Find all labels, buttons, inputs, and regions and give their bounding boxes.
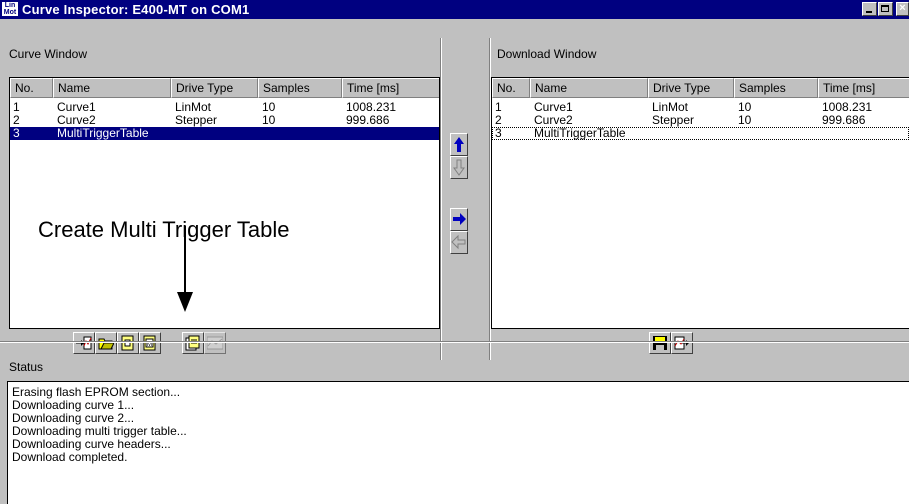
row-name: MultiTriggerTable (534, 126, 626, 140)
row-samples: 10 (262, 113, 276, 127)
import-curve-button[interactable] (73, 332, 95, 354)
status-separator-highlight (0, 342, 909, 343)
curve-properties-icon (185, 335, 200, 351)
row-no: 3 (13, 126, 20, 140)
row-drive-type: Stepper (652, 113, 695, 127)
column-header-time[interactable]: Time [ms] (818, 78, 909, 98)
column-header-samples[interactable]: Samples (258, 78, 342, 98)
curve-list-header: No. Name Drive Type Samples Time [ms] (10, 78, 439, 98)
download-list[interactable]: No. Name Drive Type Samples Time [ms] 1 … (491, 77, 909, 329)
move-down-icon (453, 159, 465, 176)
app-logo-icon: Lin Mot (2, 2, 18, 16)
curve-graph-button[interactable] (204, 332, 226, 354)
create-multi-trigger-table-button[interactable]: M (139, 332, 161, 354)
curve-properties-button[interactable] (182, 332, 204, 354)
download-list-header: No. Name Drive Type Samples Time [ms] (492, 78, 909, 98)
new-curve-icon (121, 335, 134, 351)
status-log[interactable]: Erasing flash EPROM section... Downloadi… (7, 381, 909, 504)
column-header-drive-type[interactable]: Drive Type (648, 78, 734, 98)
curve-list-row-selected[interactable]: 3 MultiTriggerTable (10, 127, 439, 140)
column-header-no[interactable]: No. (492, 78, 530, 98)
status-line: Download completed. (12, 450, 128, 464)
download-window-label: Download Window (497, 47, 597, 61)
transfer-left-icon (451, 234, 466, 250)
row-drive-type: Stepper (175, 113, 218, 127)
import-curve-icon (76, 336, 92, 350)
save-icon (653, 336, 667, 350)
maximize-button[interactable] (878, 2, 893, 16)
transfer-right-icon (453, 213, 466, 225)
column-header-name[interactable]: Name (530, 78, 648, 98)
transfer-right-button[interactable] (450, 208, 468, 231)
status-label: Status (9, 360, 44, 374)
close-button[interactable]: × (896, 2, 909, 16)
annotation-arrow (177, 226, 193, 312)
move-up-icon (454, 137, 464, 152)
save-button[interactable] (649, 332, 671, 354)
row-no: 3 (495, 126, 502, 140)
new-curve-button[interactable] (117, 332, 139, 354)
row-name: MultiTriggerTable (57, 126, 149, 140)
move-up-button[interactable] (450, 133, 468, 156)
row-time: 999.686 (822, 113, 866, 127)
curve-toolbar: M (9, 329, 440, 359)
window-title: Curve Inspector: E400-MT on COM1 (22, 2, 250, 17)
column-header-drive-type[interactable]: Drive Type (171, 78, 258, 98)
column-header-samples[interactable]: Samples (734, 78, 818, 98)
curve-graph-icon (207, 336, 223, 350)
column-header-name[interactable]: Name (53, 78, 171, 98)
annotation-text: Create Multi Trigger Table (38, 217, 290, 242)
open-file-button[interactable] (95, 332, 117, 354)
title-bar: Lin Mot Curve Inspector: E400-MT on COM1 … (0, 0, 909, 19)
download-toolbar (491, 329, 909, 359)
row-samples: 10 (738, 113, 752, 127)
left-splitter-highlight (441, 38, 442, 360)
column-header-time[interactable]: Time [ms] (342, 78, 439, 98)
curve-list[interactable]: No. Name Drive Type Samples Time [ms] 1 … (9, 77, 440, 329)
transfer-left-button[interactable] (450, 231, 468, 254)
move-down-button[interactable] (450, 156, 468, 179)
download-list-row-focused[interactable]: 3 MultiTriggerTable (492, 127, 909, 140)
download-to-drive-icon (674, 336, 689, 350)
curve-window-label: Curve Window (9, 47, 88, 61)
row-time: 999.686 (346, 113, 390, 127)
open-folder-icon (98, 338, 114, 350)
download-to-drive-button[interactable] (671, 332, 693, 354)
minimize-button[interactable] (862, 2, 877, 16)
new-multi-trigger-table-icon: M (143, 335, 156, 351)
column-header-no[interactable]: No. (10, 78, 53, 98)
